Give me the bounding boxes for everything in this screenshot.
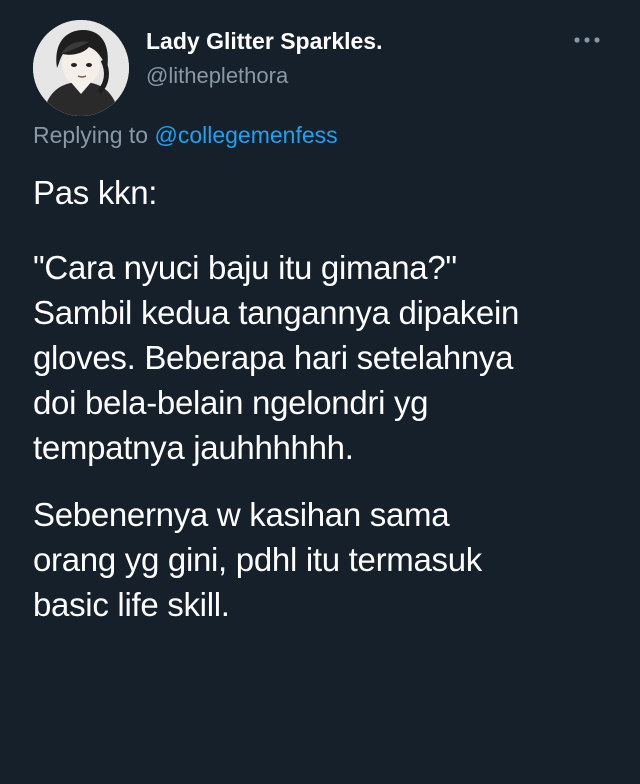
avatar[interactable] xyxy=(33,20,129,116)
tweet-paragraph-3: Sebenernya w kasihan sama orang yg gini,… xyxy=(33,496,482,623)
replying-to-label: Replying to xyxy=(33,122,155,148)
tweet-paragraph-1: Pas kkn: xyxy=(33,174,158,211)
reply-mention-link[interactable]: @collegemenfess xyxy=(154,122,337,148)
author-display-name[interactable]: Lady Glitter Sparkles. xyxy=(146,28,382,55)
more-horizontal-icon[interactable] xyxy=(570,30,606,50)
replying-to-line: Replying to @collegemenfess xyxy=(33,122,338,149)
tweet-body: Pas kkn: "Cara nyuci baju itu gimana?" S… xyxy=(33,170,623,627)
tweet-paragraph-2: "Cara nyuci baju itu gimana?" Sambil ked… xyxy=(33,249,520,466)
illustrated-girl-avatar-icon xyxy=(33,20,129,116)
tweet-card: Lady Glitter Sparkles. @litheplethora Re… xyxy=(0,0,640,784)
author-handle[interactable]: @litheplethora xyxy=(146,63,288,89)
